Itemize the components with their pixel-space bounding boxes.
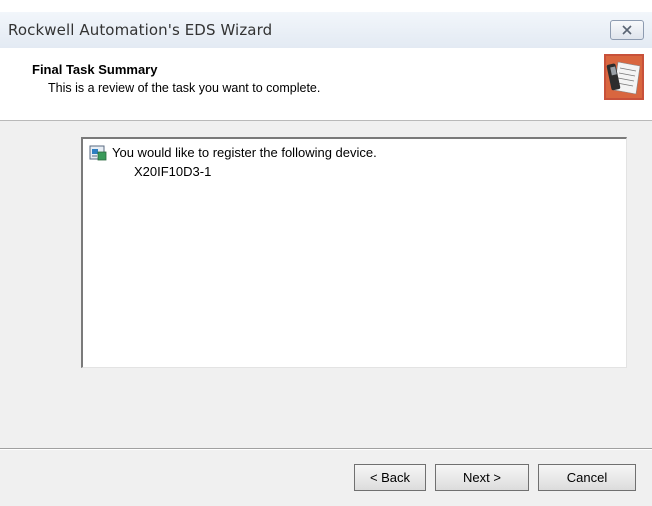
summary-box[interactable]: You would like to register the following… [81, 137, 627, 368]
page-title: Final Task Summary [32, 62, 158, 77]
title-bar[interactable]: Rockwell Automation's EDS Wizard [0, 12, 652, 49]
wizard-body: You would like to register the following… [0, 121, 652, 506]
page-subtitle: This is a review of the task you want to… [48, 81, 321, 95]
close-button[interactable] [610, 20, 644, 40]
device-icon [89, 145, 107, 161]
back-button[interactable]: < Back [354, 464, 426, 491]
next-button[interactable]: Next > [435, 464, 529, 491]
eds-wizard-window: Rockwell Automation's EDS Wizard Final T… [0, 0, 652, 506]
cancel-button[interactable]: Cancel [538, 464, 636, 491]
window-title: Rockwell Automation's EDS Wizard [8, 21, 273, 39]
wizard-header: Final Task Summary This is a review of t… [0, 48, 652, 121]
close-icon [622, 25, 632, 35]
divider [0, 448, 652, 450]
device-name: X20IF10D3-1 [134, 164, 212, 179]
summary-text: You would like to register the following… [112, 145, 377, 160]
wizard-document-icon [604, 54, 644, 100]
